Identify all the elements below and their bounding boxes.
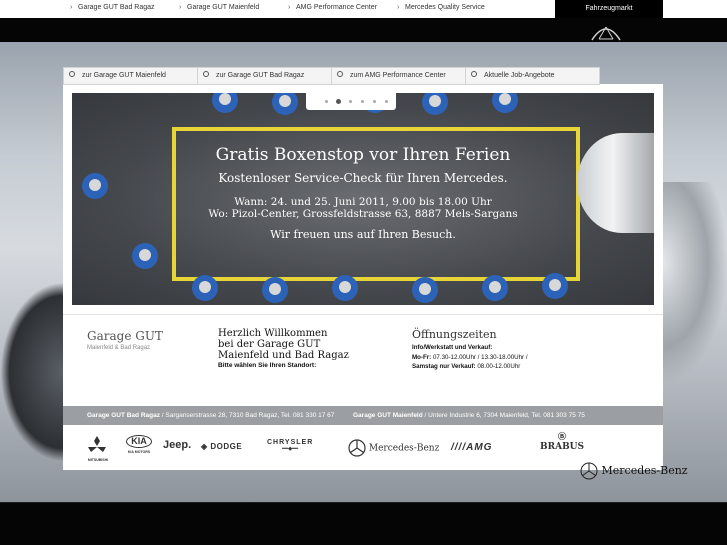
bullet-icon: [337, 71, 343, 78]
address-bad-ragaz[interactable]: Garage GUT Bad Ragaz / Sarganserstrasse …: [87, 406, 334, 425]
banner-subline: Kostenloser Service-Check für Ihren Merc…: [218, 171, 508, 185]
fahrzeugmarkt-button[interactable]: Fahrzeugmarkt: [555, 0, 663, 18]
tab-job-offers[interactable]: Aktuelle Job-Angebote: [465, 67, 600, 85]
address-bar: Garage GUT Bad Ragaz / Sarganserstrasse …: [63, 406, 663, 425]
mitsubishi-logo[interactable]: MITSUBISHI: [86, 435, 110, 462]
bullet-icon: [69, 71, 75, 78]
banner-headline: Gratis Boxenstop vor Ihren Ferien: [215, 145, 511, 165]
bullet-icon: [471, 71, 477, 78]
welcome-note: Bitte wählen Sie Ihren Standort:: [218, 362, 317, 369]
bullet-icon: [203, 71, 209, 78]
banner-details: Wann: 24. und 25. Juni 2011, 9.00 bis 18…: [72, 196, 654, 220]
divider: [63, 314, 663, 315]
arrow-right-icon: ›: [397, 4, 400, 11]
banner-where: Wo: Pizol-Center, Grossfeldstrasse 63, 8…: [208, 208, 518, 220]
tab-maienfeld[interactable]: zur Garage GUT Maienfeld: [63, 67, 198, 85]
slider-dot[interactable]: [336, 99, 341, 104]
mitsubishi-icon: [88, 436, 106, 452]
brand-name: Garage GUT: [87, 329, 163, 343]
crew-figure: [192, 275, 218, 301]
tab-amg-center[interactable]: zum AMG Performance Center: [331, 67, 466, 85]
mercedes-star-emblem-icon: [591, 26, 621, 41]
crew-figure: [262, 277, 288, 303]
slider-dot[interactable]: [349, 100, 352, 103]
ram-icon: ◈: [201, 442, 211, 451]
hours-text: Info/Werkstatt und Verkauf: Mo-Fr: 07.30…: [412, 344, 528, 370]
arrow-right-icon: ›: [70, 4, 73, 11]
slider-dot[interactable]: [325, 100, 328, 103]
promo-banner[interactable]: Gratis Boxenstop vor Ihren Ferien Kosten…: [72, 93, 654, 305]
jeep-logo[interactable]: Jeep.: [163, 439, 191, 465]
mercedes-logo[interactable]: Mercedes-Benz: [348, 439, 439, 465]
tab-bad-ragaz[interactable]: zur Garage GUT Bad Ragaz: [197, 67, 332, 85]
slider-dot[interactable]: [373, 100, 376, 103]
wings-icon: ━━◆━━: [282, 446, 299, 452]
dodge-logo[interactable]: ◈ DODGE: [201, 442, 242, 468]
crew-figure: [412, 277, 438, 303]
brabus-b-icon: Ⓑ: [558, 432, 567, 441]
arrow-right-icon: ›: [288, 4, 291, 11]
brabus-logo[interactable]: Ⓑ BRABUS: [540, 431, 584, 457]
slider-dot[interactable]: [361, 100, 364, 103]
slider-pagination: [306, 92, 396, 110]
top-nav-bad-ragaz[interactable]: › Garage GUT Bad Ragaz: [70, 4, 155, 11]
kia-logo[interactable]: KIA KIA MOTORS: [124, 435, 154, 461]
crew-figure: [132, 243, 158, 269]
hours-title: Öffnungszeiten: [412, 328, 497, 341]
top-nav-amg[interactable]: › AMG Performance Center: [288, 4, 377, 11]
banner-when: Wann: 24. und 25. Juni 2011, 9.00 bis 18…: [234, 196, 492, 208]
slider-dot[interactable]: [385, 100, 388, 103]
chrysler-logo[interactable]: CHRYSLER ━━◆━━: [267, 439, 313, 465]
background-car-right: [655, 182, 727, 382]
mercedes-star-icon: [348, 439, 366, 457]
address-maienfeld[interactable]: Garage GUT Maienfeld / Untere Industrie …: [353, 406, 585, 425]
crew-figure: [482, 275, 508, 301]
welcome-title: Herzlich Willkommen bei der Garage GUT M…: [218, 328, 349, 361]
arrow-right-icon: ›: [179, 4, 182, 11]
brand-logos: MITSUBISHI KIA KIA MOTORS Jeep. ◈ DODGE …: [63, 425, 663, 470]
amg-stripes-icon: ////: [451, 442, 467, 453]
mercedes-star-icon: [580, 462, 598, 480]
crew-figure: [542, 273, 568, 299]
top-nav-maienfeld[interactable]: › Garage GUT Maienfeld: [179, 4, 259, 11]
banner-closing: Wir freuen uns auf Ihren Besuch.: [270, 228, 456, 241]
top-nav-quality-service[interactable]: › Mercedes Quality Service: [397, 4, 485, 11]
background-mercedes-logo: Mercedes-Benz: [580, 462, 688, 480]
amg-logo[interactable]: ////AMG: [451, 442, 492, 468]
crew-figure: [332, 275, 358, 301]
footer-band: [0, 503, 727, 545]
background-car-left: [0, 282, 70, 462]
brand-subtitle: Maienfeld & Bad Ragaz: [87, 345, 151, 351]
